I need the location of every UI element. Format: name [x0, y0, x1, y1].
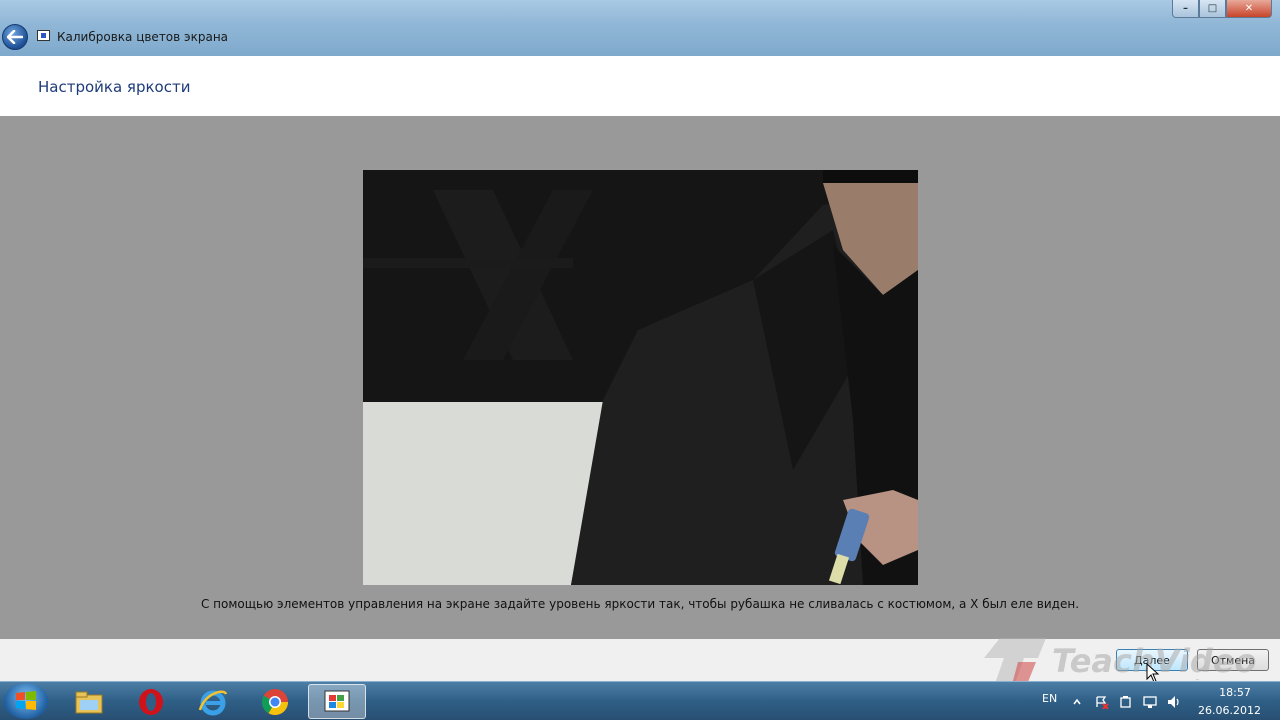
taskbar: EN 18:57 26.06.2012 — [0, 681, 1280, 720]
taskbar-color-calibration[interactable] — [308, 684, 366, 719]
instruction-text: С помощью элементов управления на экране… — [200, 597, 1080, 611]
page-title: Настройка яркости — [38, 78, 191, 96]
windows-logo-icon — [16, 691, 36, 710]
opera-icon — [139, 688, 163, 715]
brightness-sample-image — [363, 170, 918, 585]
language-indicator[interactable]: EN — [1042, 692, 1057, 705]
taskbar-explorer[interactable] — [60, 684, 118, 719]
color-calibration-icon — [37, 30, 50, 41]
taskbar-opera[interactable] — [122, 684, 180, 719]
volume-icon[interactable] — [1167, 694, 1181, 708]
minimize-button[interactable]: – — [1172, 0, 1199, 18]
action-center-icon[interactable] — [1095, 694, 1109, 710]
start-button[interactable] — [4, 683, 48, 719]
clock-date[interactable]: 26.06.2012 — [1198, 704, 1261, 717]
network-icon[interactable] — [1143, 694, 1157, 708]
back-arrow-icon — [7, 30, 23, 44]
tray-expand-icon[interactable] — [1072, 694, 1082, 708]
chrome-icon — [261, 688, 289, 715]
caption-buttons: – □ ✕ — [1172, 0, 1272, 18]
cancel-button[interactable]: Отмена — [1197, 649, 1269, 671]
ie-icon — [198, 689, 228, 715]
content-area: С помощью элементов управления на экране… — [0, 116, 1280, 639]
clock-time[interactable]: 18:57 — [1210, 686, 1260, 699]
dialog-footer: Далее Отмена — [0, 639, 1280, 681]
explorer-icon — [75, 691, 103, 713]
close-button[interactable]: ✕ — [1226, 0, 1272, 18]
page-header: Настройка яркости — [0, 56, 1280, 116]
color-calibration-icon — [324, 690, 350, 711]
window-title: Калибровка цветов экрана — [57, 30, 229, 44]
maximize-button[interactable]: □ — [1199, 0, 1226, 18]
power-icon[interactable] — [1119, 694, 1133, 708]
back-button[interactable] — [2, 24, 28, 50]
window-titlebar: Калибровка цветов экрана – □ ✕ — [0, 0, 1280, 56]
taskbar-chrome[interactable] — [246, 684, 304, 719]
taskbar-ie[interactable] — [184, 684, 242, 719]
